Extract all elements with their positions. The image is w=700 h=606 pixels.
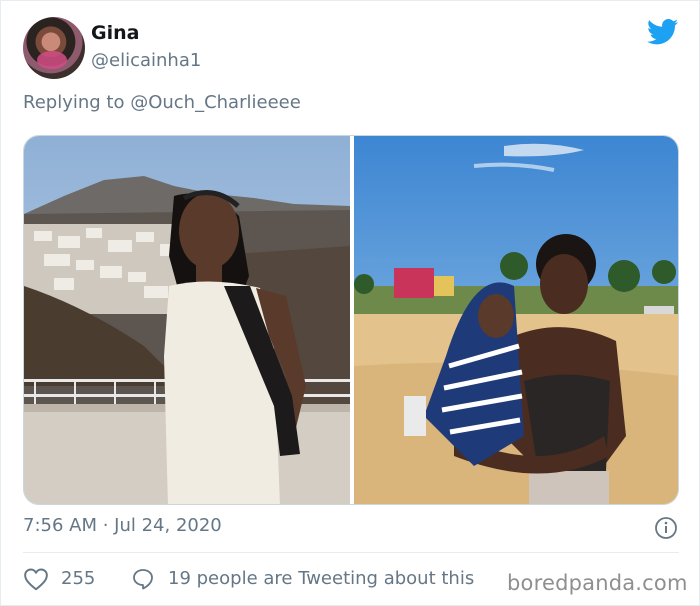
author-display-name[interactable]: Gina — [91, 22, 139, 44]
heart-icon[interactable] — [23, 567, 49, 591]
photo-beach[interactable] — [354, 136, 678, 504]
author-avatar[interactable] — [23, 17, 85, 79]
source-watermark: boredpanda.com — [507, 571, 688, 595]
tweet-media[interactable] — [23, 135, 679, 505]
replying-to-mention[interactable]: @Ouch_Charlieeee — [130, 92, 301, 113]
speech-bubble-icon[interactable] — [131, 567, 155, 591]
author-handle[interactable]: @elicainha1 — [91, 50, 201, 71]
replying-to-label: Replying to — [23, 92, 131, 113]
conversation-count[interactable]: 19 people are Tweeting about this — [168, 568, 474, 589]
photo-cliff-terrace[interactable] — [24, 136, 350, 504]
actions-divider — [23, 552, 679, 553]
like-count[interactable]: 255 — [61, 568, 95, 589]
twitter-bird-icon[interactable] — [647, 19, 679, 45]
tweet-card: Gina @elicainha1 Replying to @Ouch_Charl… — [0, 0, 700, 606]
replying-to: Replying to @Ouch_Charlieeee — [23, 92, 301, 113]
info-icon[interactable] — [654, 516, 678, 540]
tweet-timestamp[interactable]: 7:56 AM · Jul 24, 2020 — [23, 515, 222, 536]
